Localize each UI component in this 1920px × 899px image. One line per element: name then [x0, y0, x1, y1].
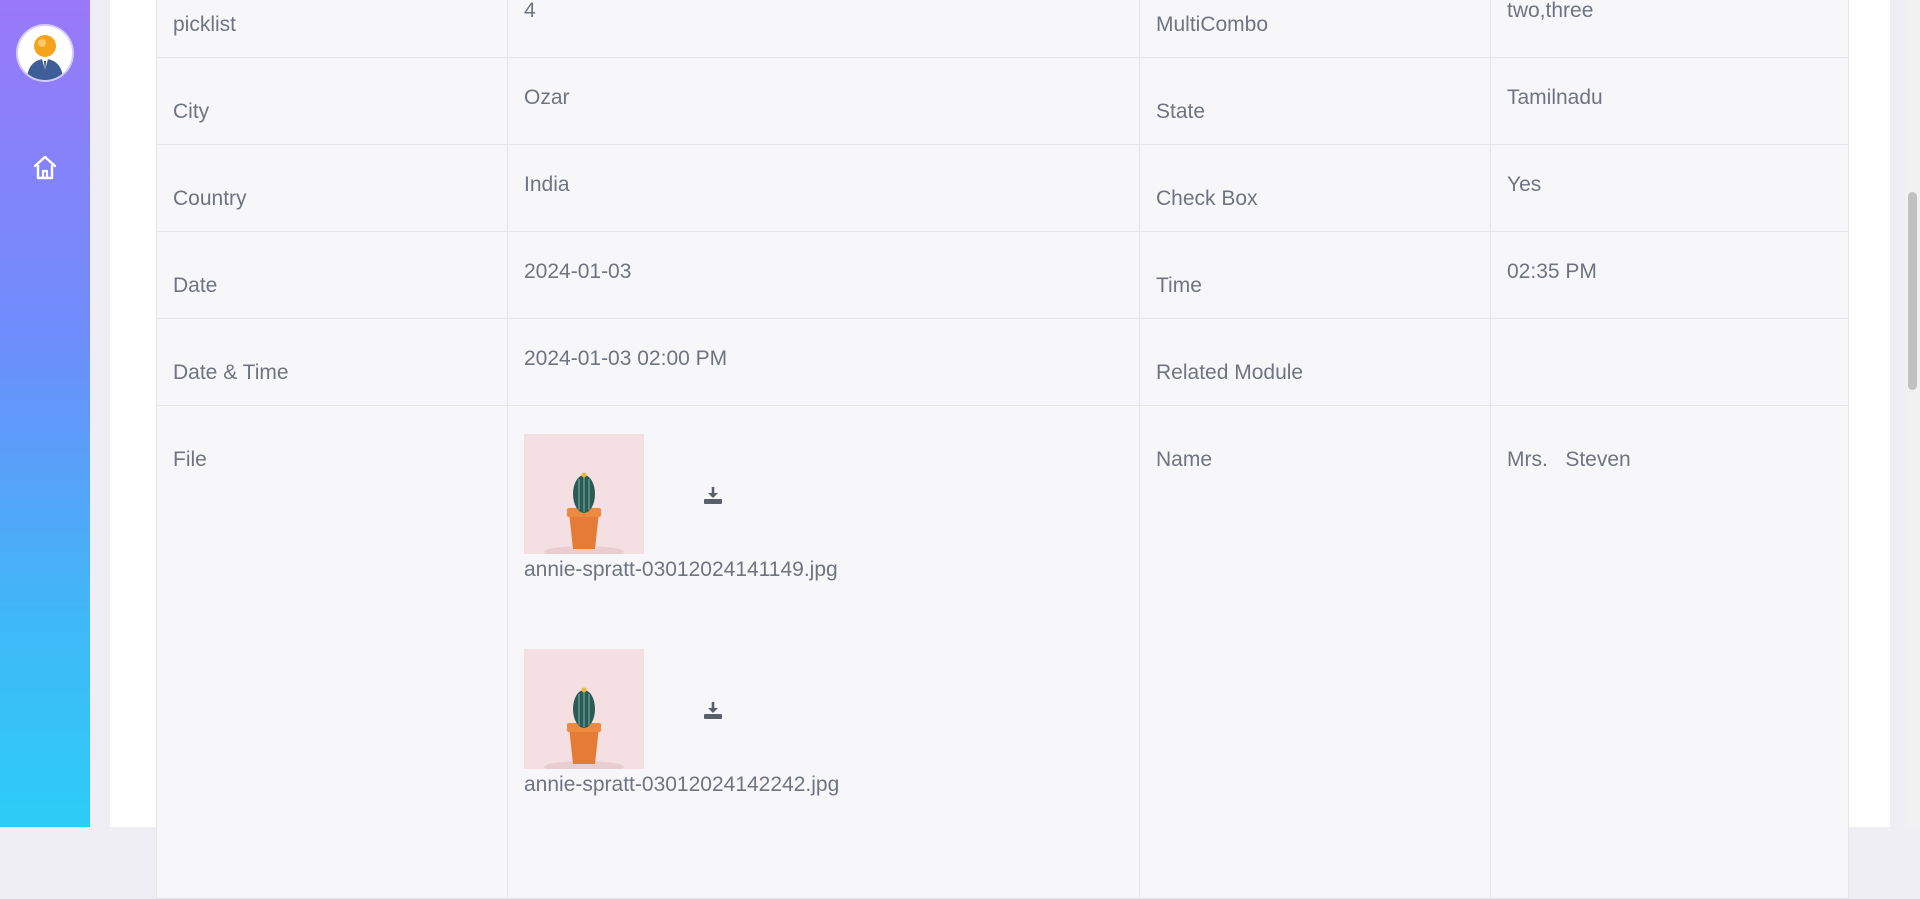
vertical-scrollbar[interactable] [1905, 0, 1920, 827]
field-label: Related Module [1139, 318, 1491, 406]
sidebar [0, 0, 90, 827]
field-label: Country [156, 144, 508, 232]
field-value: 4 [507, 0, 1140, 58]
field-label: File [156, 405, 508, 899]
field-label: Name [1139, 405, 1491, 899]
field-value [1490, 318, 1849, 406]
file-item: annie-spratt-03012024142242.jpg [524, 649, 1123, 864]
user-avatar[interactable] [18, 26, 72, 80]
field-value: Yes [1490, 144, 1849, 232]
table-row: Date & Time 2024-01-03 02:00 PM Related … [156, 318, 1849, 406]
scrollbar-thumb[interactable] [1908, 192, 1917, 390]
file-name[interactable]: annie-spratt-03012024141149.jpg [524, 558, 838, 582]
download-icon[interactable] [702, 484, 724, 506]
field-label: Date & Time [156, 318, 508, 406]
file-item: annie-spratt-03012024141149.jpg [524, 434, 1123, 649]
field-value: India [507, 144, 1140, 232]
avatar-icon [18, 26, 72, 80]
field-value: two,three [1490, 0, 1849, 58]
field-value: Ozar [507, 57, 1140, 145]
field-label: Date [156, 231, 508, 319]
field-value: 02:35 PM [1490, 231, 1849, 319]
table-row: File annie-spratt-03012024141149.jpg ann… [156, 405, 1849, 899]
field-value: Mrs. Steven [1490, 405, 1849, 899]
file-thumbnail[interactable] [524, 434, 644, 554]
table-row: picklist 4 MultiCombo two,three [156, 0, 1849, 58]
download-icon[interactable] [702, 699, 724, 721]
field-value: 2024-01-03 02:00 PM [507, 318, 1140, 406]
table-row: City Ozar State Tamilnadu [156, 57, 1849, 145]
details-table: picklist 4 MultiCombo two,three City Oza… [156, 0, 1849, 899]
table-row: Country India Check Box Yes [156, 144, 1849, 232]
main-content: picklist 4 MultiCombo two,three City Oza… [110, 0, 1890, 899]
field-label: picklist [156, 0, 508, 58]
home-icon[interactable] [30, 153, 60, 183]
field-label: State [1139, 57, 1491, 145]
field-value: Tamilnadu [1490, 57, 1849, 145]
file-thumbnail[interactable] [524, 649, 644, 769]
table-row: Date 2024-01-03 Time 02:35 PM [156, 231, 1849, 319]
field-label: Check Box [1139, 144, 1491, 232]
field-value: 2024-01-03 [507, 231, 1140, 319]
file-list: annie-spratt-03012024141149.jpg annie-sp… [507, 405, 1140, 899]
field-label: MultiCombo [1139, 0, 1491, 58]
field-label: City [156, 57, 508, 145]
field-label: Time [1139, 231, 1491, 319]
file-name[interactable]: annie-spratt-03012024142242.jpg [524, 773, 839, 797]
